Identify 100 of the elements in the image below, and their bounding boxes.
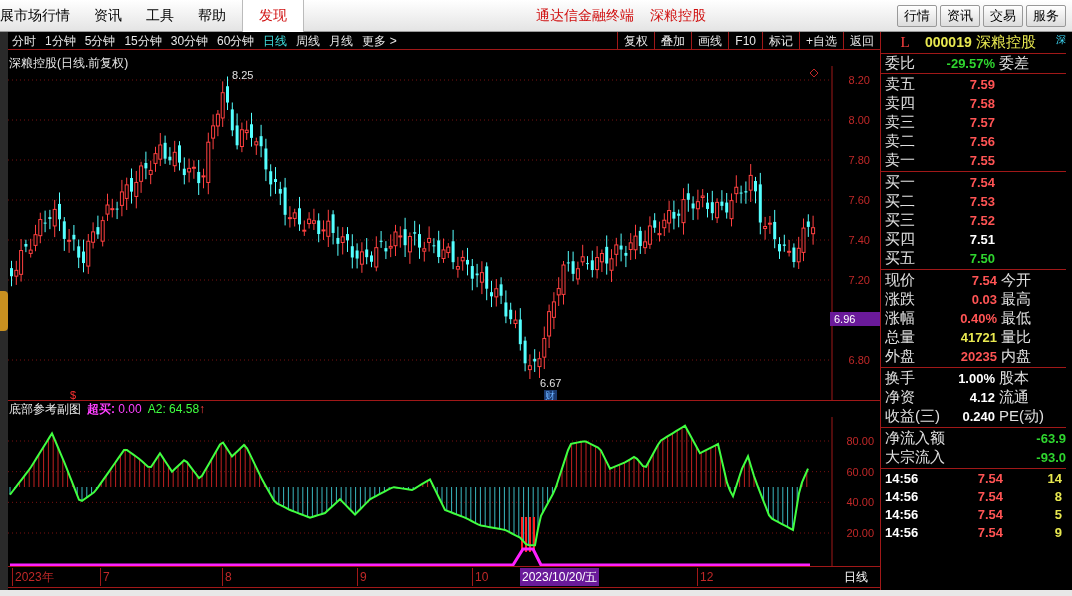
menu-item[interactable]: 资讯 (94, 5, 122, 26)
finance-marker: 财 (544, 390, 557, 400)
date-label: 8 (222, 568, 232, 586)
quote-label: 现价 (885, 270, 916, 291)
quote-label: 内盘 (1001, 346, 1031, 367)
indicator-title: 底部参考副图 (9, 401, 81, 418)
quote-label: 卖二 (885, 131, 916, 152)
a2-reading: A2: 64.58 (147, 401, 200, 418)
stat-value: 41721 (959, 328, 997, 347)
quote-label: PE(动) (999, 406, 1044, 427)
tick-label: 60.00 (846, 465, 874, 478)
menu-item[interactable]: 帮助 (198, 5, 226, 26)
low-price-label: 6.67 (540, 377, 562, 389)
date-label: 2023年 (12, 568, 54, 586)
market-flag-label: L (899, 33, 911, 53)
period-tab[interactable]: 月线 (329, 31, 354, 50)
stock-name: 深粮控股 (975, 32, 1036, 53)
period-label: 日线 (844, 569, 868, 586)
ask-price: 7.56 (968, 132, 995, 151)
quote-label: 大宗流入 (885, 447, 945, 468)
toolbar-button[interactable]: 返回 (843, 31, 880, 50)
toolbar-button[interactable]: 画线 (691, 31, 729, 50)
trade-price: 7.54 (976, 506, 1003, 525)
trade-volume: 8 (1053, 488, 1062, 507)
flow-value: -93.0 (1036, 448, 1066, 467)
trade-volume: 14 (1046, 470, 1062, 489)
quote-value: 0.240 (961, 407, 995, 426)
tick-label: 8.20 (848, 74, 870, 86)
tick-label: 40.00 (846, 496, 874, 509)
bid-price: 7.54 (968, 173, 995, 192)
period-tab[interactable]: 日线 (263, 31, 288, 50)
stat-value: 20235 (959, 347, 997, 366)
tick-label: 7.40 (848, 234, 870, 246)
bid-price: 7.51 (968, 230, 995, 249)
high-price-label: 8.25 (232, 69, 254, 81)
overbought-reading: 超买: 0.00 (87, 401, 142, 418)
nav-button[interactable]: 交易 (983, 4, 1023, 27)
tick-label: 20.00 (846, 527, 874, 539)
menu-item[interactable]: 展市场行情 (0, 5, 70, 26)
cursor-date-label: 2023/10/20/五 (520, 568, 600, 586)
exchange-label: 深 (1056, 33, 1066, 47)
stat-value: 0.40% (959, 309, 997, 328)
bid-price: 7.50 (968, 249, 995, 268)
date-label: 12 (697, 568, 714, 586)
tick-label: 8.00 (848, 114, 870, 126)
toolbar-button[interactable]: 复权 (617, 31, 655, 50)
bid-price: 7.53 (968, 192, 995, 211)
quote-label: 净流入额 (885, 428, 945, 449)
period-tab[interactable]: 更多 > (362, 31, 397, 50)
tick-label: 7.20 (848, 274, 870, 286)
menu-item[interactable]: 工具 (146, 5, 174, 26)
toolbar-button[interactable]: F10 (728, 31, 762, 50)
quote-label: 涨幅 (885, 308, 916, 329)
nav-button[interactable]: 资讯 (940, 4, 980, 27)
nav-button[interactable]: 服务 (1026, 4, 1066, 27)
toolbar-button[interactable]: 叠加 (654, 31, 692, 50)
stock-code: 000019 (925, 33, 972, 52)
signal-bars (521, 516, 535, 553)
date-label: 9 (357, 568, 367, 586)
quote-label: 净资 (885, 387, 916, 408)
cursor-price-label: 6.96 (830, 312, 880, 326)
period-tab[interactable]: 30分钟 (170, 31, 209, 50)
quote-label: 流通 (999, 387, 1029, 408)
period-tab[interactable]: 5分钟 (84, 31, 116, 50)
app-title: 通达信金融终端 (535, 6, 634, 25)
signal-marker: $ (70, 389, 77, 400)
quote-value: -29.57% (945, 54, 995, 73)
period-tab[interactable]: 周线 (296, 31, 321, 50)
side-tab[interactable] (0, 291, 8, 331)
quote-label: 买二 (885, 191, 916, 212)
period-tab[interactable]: 15分钟 (124, 31, 162, 50)
toolbar-button[interactable]: 标记 (762, 31, 799, 50)
quote-label: 买五 (885, 248, 916, 269)
quote-label: 买一 (885, 172, 916, 193)
stat-value: 7.54 (970, 271, 997, 290)
quote-label: 量比 (1001, 327, 1031, 348)
trade-price: 7.54 (976, 470, 1003, 489)
quote-label: 卖五 (885, 74, 916, 95)
trade-volume: 5 (1053, 506, 1062, 525)
trade-volume: 9 (1053, 524, 1062, 543)
period-tab[interactable]: 分时 (12, 31, 36, 50)
quote-label: 股本 (999, 368, 1029, 389)
trade-time: 14:56 (885, 488, 920, 507)
tick-label: 7.80 (848, 154, 870, 166)
stat-value: 0.03 (970, 290, 997, 309)
tick-label: 80.00 (846, 435, 874, 447)
nav-button[interactable]: 行情 (897, 4, 937, 27)
toolbar-button[interactable]: +自选 (799, 31, 843, 50)
period-tab[interactable]: 60分钟 (217, 31, 255, 50)
flow-value: -63.9 (1036, 429, 1066, 448)
discover-tab[interactable]: 发现 (242, 0, 304, 32)
bid-price: 7.52 (968, 211, 995, 230)
quote-label: 最低 (1001, 308, 1031, 329)
period-tab[interactable]: 1分钟 (45, 31, 76, 50)
quote-label: 换手 (885, 368, 916, 389)
chart-title: 深粮控股(日线.前复权) (9, 56, 129, 70)
tick-label: 6.80 (848, 354, 870, 366)
quote-label: 总量 (885, 327, 916, 348)
trade-time: 14:56 (885, 506, 920, 525)
quote-label: 卖三 (885, 112, 916, 133)
